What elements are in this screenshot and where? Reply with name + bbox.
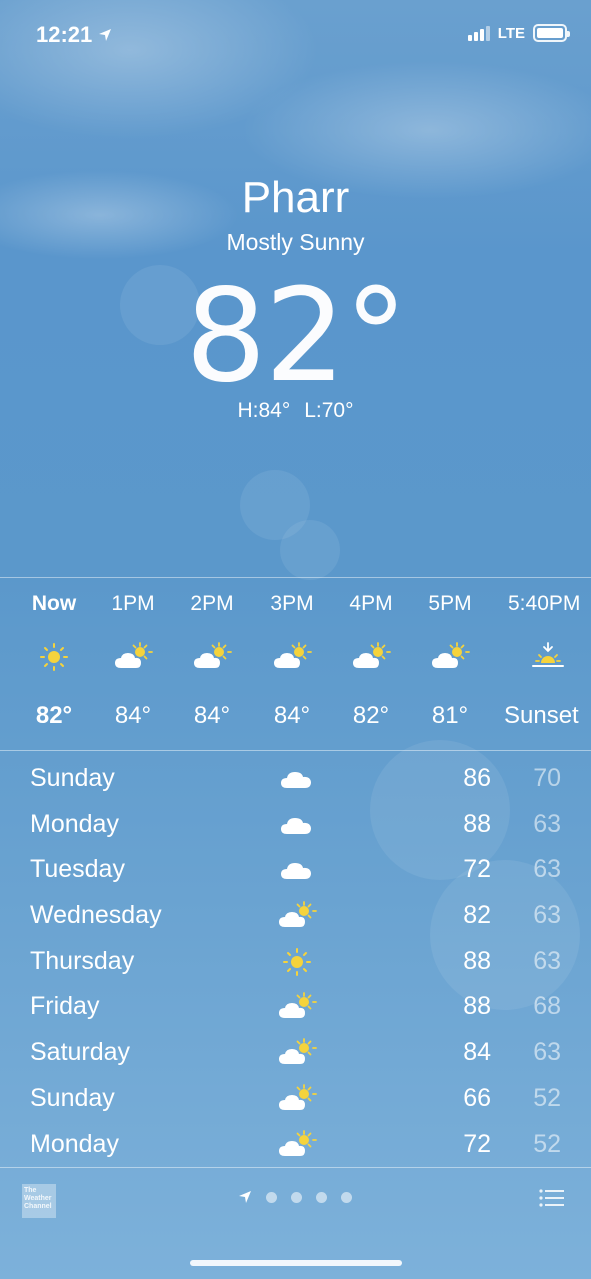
battery-icon [533, 24, 570, 42]
daily-row: Tuesday 72 63 [0, 847, 591, 893]
footer-toolbar: The Weather Channel [0, 1168, 591, 1279]
daily-row: Saturday 84 63 [0, 1030, 591, 1076]
partly-cloudy-icon [192, 642, 232, 672]
day-name: Saturday [30, 1038, 131, 1067]
hour-label: Now [31, 592, 77, 615]
high-temp: H:84° [237, 399, 291, 422]
day-low: 63 [533, 809, 561, 838]
partly-cloudy-icon [277, 1084, 317, 1114]
partly-cloudy-icon [351, 642, 391, 672]
day-low: 63 [533, 901, 561, 930]
page-dot[interactable] [341, 1191, 352, 1203]
sunset-icon [528, 642, 568, 672]
day-name: Wednesday [30, 901, 162, 930]
hourly-bottom-divider [0, 750, 591, 751]
low-temp: L:70° [304, 399, 354, 422]
status-time: 12:21 [36, 22, 112, 48]
day-low: 63 [533, 946, 561, 975]
hour-temp: 81° [431, 702, 469, 729]
partly-cloudy-icon [277, 901, 317, 931]
daily-row: Thursday 88 63 [0, 939, 591, 985]
day-high: 88 [463, 809, 491, 838]
page-dot[interactable] [266, 1191, 277, 1203]
day-name: Sunday [30, 764, 115, 792]
day-high: 86 [463, 764, 491, 792]
network-type: LTE [497, 24, 525, 42]
daily-row: Sunday 86 70 [0, 756, 591, 802]
daily-row: Sunday 66 52 [0, 1076, 591, 1122]
clock-text: 12:21 [36, 22, 93, 47]
page-dot[interactable] [316, 1191, 327, 1203]
partly-cloudy-icon [430, 642, 470, 672]
hour-temp: 84° [114, 702, 152, 729]
partly-cloudy-icon [113, 642, 153, 672]
city-name: Pharr [241, 173, 350, 222]
hour-temp: 82° [352, 702, 390, 729]
cloud-icon [277, 855, 317, 885]
current-temperature: 82° [185, 262, 408, 411]
day-name: Tuesday [30, 855, 125, 884]
partly-cloudy-icon [277, 1038, 317, 1068]
daily-row: Wednesday 82 63 [0, 893, 591, 939]
cloud-icon [277, 764, 317, 794]
page-dot[interactable] [291, 1191, 302, 1203]
hour-temp: 82° [35, 702, 73, 729]
day-high: 84 [463, 1038, 491, 1067]
partly-cloudy-icon [277, 992, 317, 1022]
high-low: H:84° L:70° [0, 399, 591, 423]
day-low: 63 [533, 855, 561, 884]
day-high: 66 [463, 1083, 491, 1112]
day-high: 72 [463, 855, 491, 884]
hour-label: 1PM [111, 592, 155, 615]
daily-row: Friday 88 68 [0, 984, 591, 1030]
daily-row: Monday 72 52 [0, 1122, 591, 1168]
partly-cloudy-icon [272, 642, 312, 672]
sun-icon [277, 947, 317, 977]
day-low: 70 [533, 764, 561, 792]
location-arrow-icon [239, 1191, 251, 1203]
list-icon[interactable] [539, 1188, 565, 1208]
hour-label: 2PM [190, 592, 234, 615]
day-name: Sunday [30, 1083, 115, 1112]
day-low: 52 [533, 1083, 561, 1112]
weather-channel-logo[interactable]: The Weather Channel [22, 1184, 56, 1218]
day-name: Monday [30, 1129, 119, 1158]
day-name: Friday [30, 992, 100, 1021]
current-condition: Mostly Sunny [226, 229, 365, 255]
day-name: Monday [30, 809, 119, 838]
hour-label: 5:40PM [508, 592, 581, 615]
day-high: 88 [463, 992, 491, 1021]
cellular-signal-icon [467, 25, 490, 41]
day-high: 88 [463, 946, 491, 975]
hour-temp: 84° [273, 702, 311, 729]
daily-forecast[interactable]: Sunday 86 70 Monday 88 63 Tuesday 72 63 … [0, 756, 591, 1167]
hour-temp: 84° [193, 702, 231, 729]
daily-row: Monday 88 63 [0, 802, 591, 848]
status-bar: 12:21 LTE [0, 0, 591, 70]
day-low: 52 [533, 1129, 561, 1158]
hour-label: 5PM [428, 592, 472, 615]
partly-cloudy-icon [277, 1130, 317, 1160]
hourly-forecast[interactable]: Now 82° 1PM 84° 2PM 84° 3PM 84° 4PM 82° … [0, 578, 591, 750]
location-arrow-icon [99, 29, 112, 41]
day-high: 72 [463, 1129, 491, 1158]
sun-icon [34, 642, 74, 672]
home-indicator[interactable] [190, 1260, 402, 1266]
day-high: 82 [463, 901, 491, 930]
cloud-icon [277, 810, 317, 840]
hour-label: 3PM [270, 592, 314, 615]
hour-temp: Sunset [504, 702, 579, 729]
day-name: Thursday [30, 946, 135, 975]
page-indicator[interactable] [238, 1190, 352, 1204]
day-low: 68 [533, 992, 561, 1021]
day-low: 63 [533, 1038, 561, 1067]
hour-label: 4PM [349, 592, 393, 615]
